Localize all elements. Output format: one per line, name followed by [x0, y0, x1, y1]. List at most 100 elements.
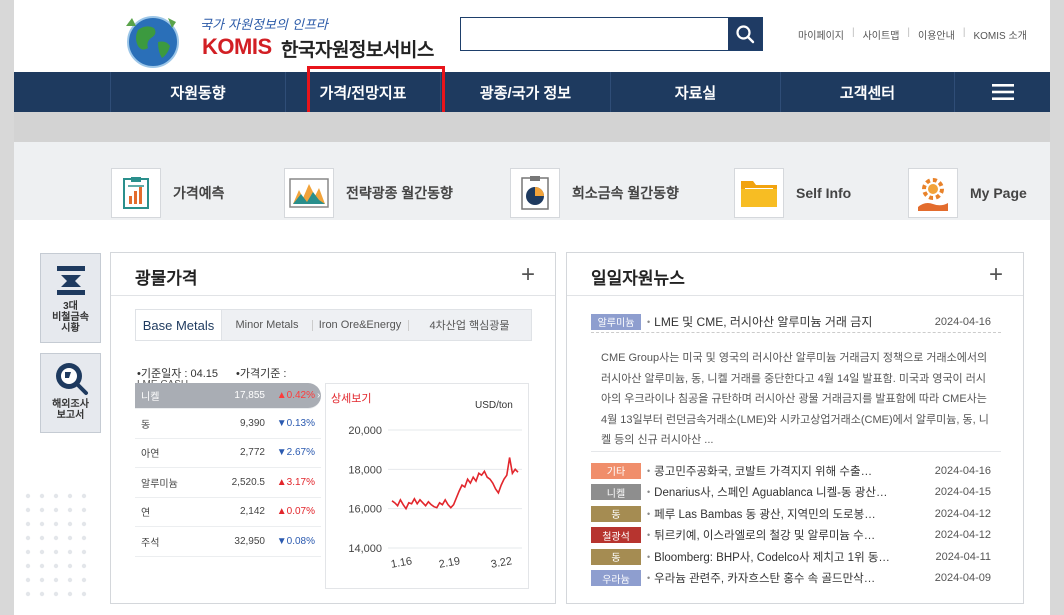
- decor-dot: [39, 493, 45, 499]
- decor-dot: [67, 493, 73, 499]
- search-button[interactable]: [728, 18, 762, 50]
- news-list-item[interactable]: 니켈 • Denarius사, 스페인 Aguablanca 니켈-동 광산… 202…: [591, 482, 1001, 504]
- decor-dot: [53, 493, 59, 499]
- news-category-tag: 우라늄: [591, 570, 641, 587]
- price-row[interactable]: 연 2,142 ▲0.07%: [135, 498, 321, 527]
- metal-name: 니켈: [141, 392, 160, 403]
- news-date: 2024-04-12: [934, 507, 991, 520]
- divider: [591, 451, 1001, 452]
- price-row[interactable]: 알루미늄 2,520.5 ▲3.17%: [135, 468, 321, 498]
- search-icon: [736, 25, 755, 44]
- tab-minor-metals[interactable]: Minor Metals: [222, 310, 312, 340]
- nickel-price-chart: 20,000 18,000 16,000 14,000 1.16 2.19 3.22: [348, 425, 522, 571]
- panel-more-button[interactable]: +: [521, 261, 535, 289]
- daily-news-panel: 일일자원뉴스 + 알루미늄 • LME 및 CME, 러시아산 알루미늄 거래 …: [566, 252, 1024, 604]
- tab-iron-ore-energy[interactable]: Iron Ore&Energy: [312, 310, 408, 340]
- tab-label: Minor Metals: [235, 319, 299, 331]
- decor-dot: [53, 521, 59, 527]
- side-button-nonferrous-market[interactable]: 3대 비철금속 시황: [40, 253, 101, 343]
- decor-dot: [81, 563, 87, 569]
- tab-base-metals[interactable]: Base Metals: [136, 310, 222, 340]
- price-chart-box: 20,000 18,000 16,000 14,000 1.16 2.19 3.22: [325, 383, 529, 589]
- nonferrous-icon: [56, 266, 85, 295]
- decor-dot: [39, 521, 45, 527]
- nav-item-customer-center[interactable]: 고객센터: [780, 72, 954, 112]
- decor-dot: [25, 549, 31, 555]
- metal-change: ▼0.13%: [276, 417, 315, 429]
- headline-title: LME 및 CME, 러시아산 알루미늄 거래 금지: [654, 315, 873, 329]
- decor-dot: [39, 577, 45, 583]
- news-list-item[interactable]: 동 • 페루 Las Bambas 동 광산, 지역민의 도로봉… 2024-04-1…: [591, 503, 1001, 525]
- quick-item-price-forecast[interactable]: 가격예측: [111, 168, 225, 218]
- nav-item-mineral-country-info[interactable]: 광종/국가 정보: [440, 72, 610, 112]
- price-row[interactable]: 아연 2,772 ▼2.67%: [135, 439, 321, 468]
- nav-item-price-indicators[interactable]: 가격/전망지표: [285, 72, 440, 112]
- decor-dot: [81, 535, 87, 541]
- quick-item-self-info[interactable]: Self Info: [734, 168, 851, 218]
- news-list-item[interactable]: 우라늄 • 우라늄 관련주, 카자흐스탄 홍수 속 골드만삭… 2024-04-09: [591, 568, 1001, 590]
- util-link-sitemap[interactable]: 사이트맵: [855, 27, 908, 42]
- news-list-item[interactable]: 철광석 • 튀르키예, 이스라엘로의 철강 및 알루미늄 수… 2024-04-12: [591, 525, 1001, 547]
- metal-name: 아연: [141, 449, 160, 461]
- decor-dot: [53, 507, 59, 513]
- decor-dot: [39, 591, 45, 597]
- decor-dot: [81, 493, 87, 499]
- price-row[interactable]: 니켈 17,855 ▲0.42% ›: [135, 383, 321, 409]
- quick-item-strategic-minerals[interactable]: 전략광종 월간동향: [284, 168, 453, 218]
- price-table: 니켈 17,855 ▲0.42% › 동 9,390 ▼0.13% 아연 2,772 ▼2.67%…: [135, 383, 321, 557]
- metal-price: 17,855: [234, 390, 265, 401]
- x-tick-label: 2.19: [438, 555, 461, 571]
- decor-dot: [53, 549, 59, 555]
- news-category-tag: 철광석: [591, 527, 641, 544]
- decor-dot: [39, 563, 45, 569]
- news-category-tag: 기타: [591, 462, 641, 479]
- price-series-line: [391, 457, 519, 511]
- metal-change: ▼2.67%: [276, 447, 315, 459]
- news-date: 2024-04-12: [934, 529, 991, 542]
- news-list-item[interactable]: 동 • Bloomberg: BHP사, Codelco사 제치고 1위 동… 202…: [591, 546, 1001, 568]
- y-tick-label: 16,000: [348, 504, 382, 516]
- news-date: 2024-04-11: [935, 550, 991, 563]
- decor-dot: [53, 563, 59, 569]
- metal-price: 32,950: [234, 535, 265, 547]
- side-label: 해외조사 보고서: [52, 399, 89, 421]
- page: 국가 자원정보의 인프라 KOMIS 한국자원정보서비스 마이페이지 | 사이트…: [14, 0, 1050, 615]
- metal-price: 2,520.5: [231, 476, 265, 488]
- komis-logo[interactable]: 국가 자원정보의 인프라 KOMIS 한국자원정보서비스: [118, 8, 438, 68]
- decor-dot: [25, 535, 31, 541]
- quick-item-my-page[interactable]: My Page: [908, 168, 1027, 218]
- decor-dot: [67, 549, 73, 555]
- metal-name: 동: [141, 419, 151, 431]
- search-input[interactable]: [461, 18, 729, 50]
- quick-label: 가격예측: [173, 185, 225, 201]
- util-link-about[interactable]: KOMIS 소개: [965, 27, 1034, 42]
- header: 국가 자원정보의 인프라 KOMIS 한국자원정보서비스 마이페이지 | 사이트…: [14, 0, 1050, 72]
- util-link-guide[interactable]: 이용안내: [910, 27, 963, 42]
- x-tick-label: 3.22: [490, 555, 513, 571]
- util-link-mypage[interactable]: 마이페이지: [790, 27, 852, 42]
- quick-item-rare-metals[interactable]: 희소금속 월간동향: [510, 168, 679, 218]
- detail-view-link[interactable]: 상세보기: [331, 390, 371, 406]
- hamburger-menu-button[interactable]: [954, 72, 1050, 112]
- headline-news[interactable]: 알루미늄 • LME 및 CME, 러시아산 알루미늄 거래 금지 2024-0…: [591, 311, 1001, 333]
- tab-separator: [408, 320, 409, 331]
- price-row[interactable]: 주석 32,950 ▼0.08%: [135, 527, 321, 557]
- side-button-overseas-report[interactable]: 해외조사 보고서: [40, 353, 101, 433]
- bullet: •: [647, 573, 651, 584]
- decor-dot: [81, 577, 87, 583]
- panel-more-button[interactable]: +: [989, 261, 1003, 289]
- decor-dot: [67, 591, 73, 597]
- news-list-item[interactable]: 기타 • 콩고민주공화국, 코발트 가격지지 위해 수출… 2024-04-16: [591, 460, 1001, 482]
- metal-change: ▼0.08%: [276, 535, 315, 547]
- tab-label: Iron Ore&Energy: [318, 319, 402, 331]
- price-row[interactable]: 동 9,390 ▼0.13%: [135, 409, 321, 439]
- nav-item-resource-trends[interactable]: 자원동향: [110, 72, 285, 112]
- metal-price: 9,390: [239, 417, 265, 429]
- hamburger-icon: [991, 84, 1014, 100]
- nav-item-library[interactable]: 자료실: [610, 72, 780, 112]
- decor-dot: [39, 507, 45, 513]
- tab-critical-minerals[interactable]: 4차산업 핵심광물: [408, 310, 531, 340]
- news-title: 우라늄 관련주, 카자흐스탄 홍수 속 골드만삭…: [654, 573, 876, 586]
- side-label: 3대 비철금속 시황: [52, 301, 89, 334]
- bullet: •: [647, 316, 651, 327]
